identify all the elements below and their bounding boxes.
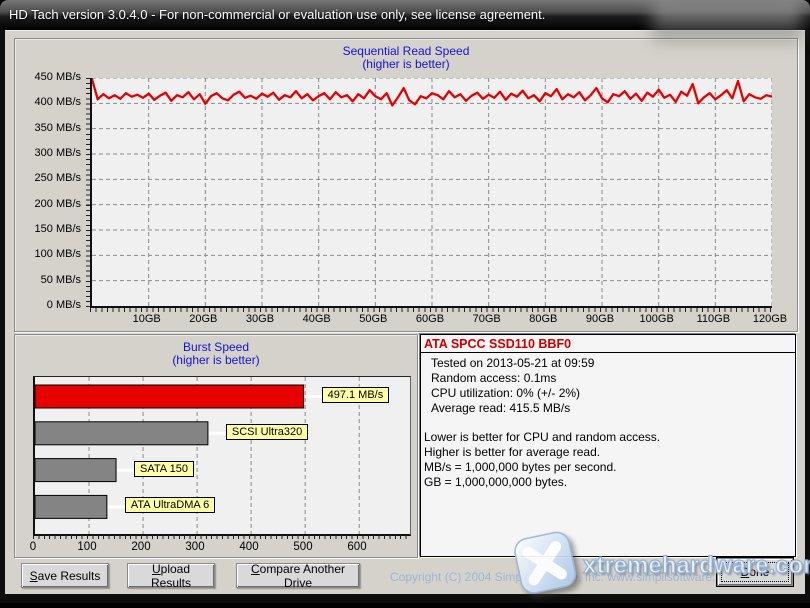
upload-results-button[interactable]: Upload Results	[127, 562, 215, 590]
seq-y-tick-label: 50 MB/s	[40, 273, 81, 286]
burst-bar	[35, 384, 305, 409]
note-higher: Higher is better for average read.	[424, 445, 601, 459]
burst-bar-label: ATA UltraDMA 6	[124, 497, 216, 514]
note-lower: Lower is better for CPU and random acces…	[424, 430, 661, 444]
sequential-read-panel: Sequential Read Speed (higher is better)…	[14, 38, 798, 332]
cpu-utilization: CPU utilization: 0% (+/- 2%)	[431, 386, 581, 400]
burst-bar-label: 497.1 MB/s	[321, 387, 390, 403]
burst-chart-title: Burst Speed	[182, 340, 250, 354]
seq-y-axis-ticks	[86, 78, 90, 308]
seq-x-tick-label: 30GB	[245, 313, 275, 325]
note-gb: GB = 1,000,000,000 bytes.	[424, 475, 568, 489]
drive-name: ATA SPCC SSD110 BBF0	[421, 335, 795, 353]
compare-another-drive-button[interactable]: Compare Another Drive	[236, 562, 360, 590]
burst-bar	[35, 421, 209, 446]
seq-chart-title: Sequential Read Speed	[342, 44, 470, 58]
burst-x-tick-label: 200	[131, 541, 151, 553]
seq-x-tick-label: 60GB	[415, 313, 445, 325]
seq-x-tick-label: 120GB	[752, 313, 788, 325]
burst-speed-panel: Burst Speed (higher is better) 497.1 MB/…	[14, 334, 418, 558]
save-results-button[interactable]: Save Results	[21, 563, 109, 588]
burst-bar	[35, 458, 117, 483]
xtremehardware-watermark: xtremehardware.com	[582, 551, 810, 579]
seq-y-tick-label: 150 MB/s	[34, 222, 81, 235]
xtremehardware-logo-icon	[505, 525, 587, 603]
note-mbs: MB/s = 1,000,000 bytes per second.	[424, 460, 617, 474]
seq-x-axis-ticks	[90, 308, 771, 312]
seq-chart-subtitle: (higher is better)	[362, 57, 450, 71]
random-access: Random access: 0.1ms	[431, 371, 557, 385]
seq-y-tick-label: 0 MB/s	[46, 298, 81, 311]
client-area: Sequential Read Speed (higher is better)…	[5, 30, 810, 594]
tested-on: Tested on 2013-05-21 at 09:59	[431, 356, 595, 370]
seq-y-tick-label: 450 MB/s	[34, 71, 81, 83]
burst-x-tick-label: 500	[293, 541, 313, 553]
burst-x-tick-label: 400	[239, 541, 259, 553]
seq-x-tick-label: 50GB	[359, 313, 388, 325]
burst-bar-label: SATA 150	[134, 460, 194, 477]
burst-x-tick-label: 0	[29, 541, 37, 553]
seq-x-tick-label: 10GB	[132, 313, 161, 325]
seq-y-tick-label: 200 MB/s	[34, 197, 81, 210]
burst-bar	[35, 494, 108, 519]
burst-x-axis-ticks	[33, 535, 410, 539]
seq-x-tick-label: 40GB	[302, 313, 331, 325]
seq-y-tick-label: 100 MB/s	[34, 248, 81, 261]
burst-x-tick-label: 300	[185, 541, 205, 553]
drive-details: Tested on 2013-05-21 at 09:59 Random acc…	[421, 353, 795, 416]
titlebar-blur-smudge	[652, 0, 802, 42]
burst-x-tick-label: 100	[77, 541, 97, 553]
seq-x-tick-label: 70GB	[472, 313, 501, 325]
seq-y-tick-label: 250 MB/s	[34, 172, 81, 185]
seq-read-plot	[90, 78, 772, 308]
drive-info-panel: ATA SPCC SSD110 BBF0 Tested on 2013-05-2…	[420, 334, 796, 557]
hdtach-window: HD Tach version 3.0.4.0 - For non-commer…	[0, 0, 810, 603]
burst-chart-subtitle: (higher is better)	[172, 353, 260, 367]
seq-y-tick-label: 350 MB/s	[34, 121, 81, 134]
burst-bar-label: SCSI Ultra320	[225, 423, 309, 440]
legend-notes: Lower is better for CPU and random acces…	[421, 416, 795, 490]
average-read: Average read: 415.5 MB/s	[431, 401, 571, 415]
seq-x-tick-label: 90GB	[585, 313, 615, 325]
seq-y-tick-label: 300 MB/s	[34, 146, 81, 159]
window-title: HD Tach version 3.0.4.0 - For non-commer…	[9, 7, 546, 22]
seq-y-tick-label: 400 MB/s	[34, 96, 81, 109]
seq-x-tick-label: 100GB	[639, 313, 674, 325]
burst-x-tick-label: 600	[347, 541, 367, 553]
seq-x-tick-label: 110GB	[696, 313, 731, 325]
seq-x-tick-label: 80GB	[529, 313, 558, 325]
seq-x-tick-label: 20GB	[189, 313, 218, 325]
